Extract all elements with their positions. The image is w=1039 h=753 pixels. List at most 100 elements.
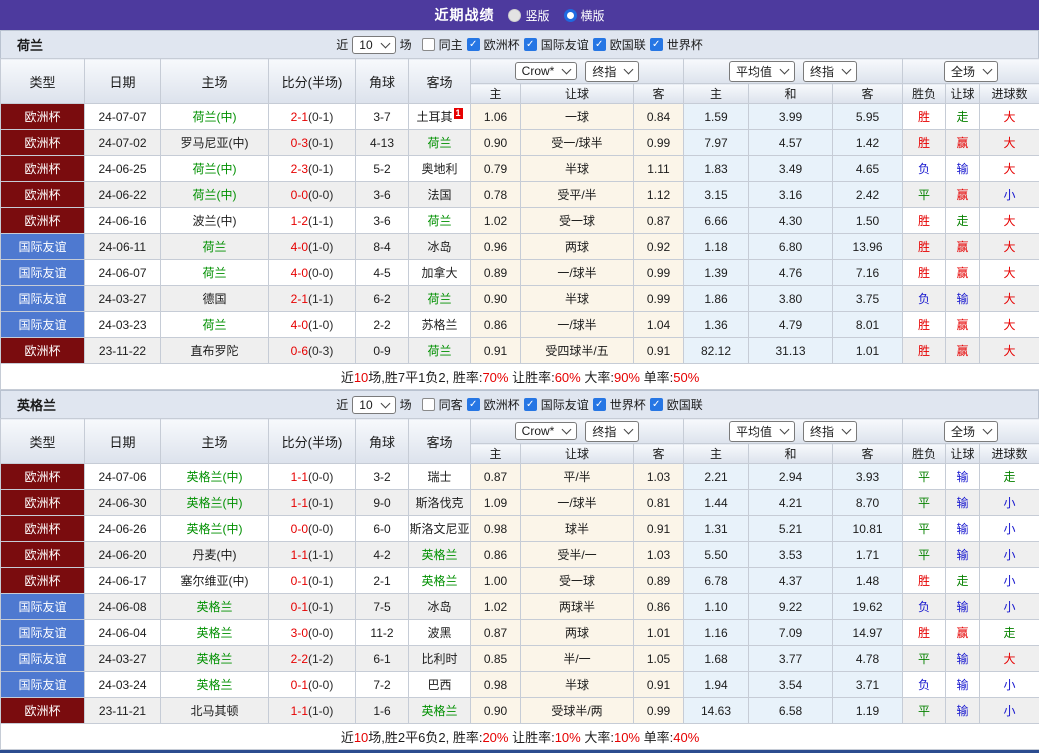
handicap-line: 受球半/两 — [521, 698, 634, 724]
sub-home1-header: 主 — [471, 84, 521, 104]
crow-away-odds: 1.01 — [634, 620, 684, 646]
league-checkbox-3[interactable] — [650, 398, 663, 411]
average-select[interactable]: 平均值 — [729, 421, 795, 442]
bookmaker-select[interactable]: Crow* — [515, 62, 578, 80]
away-team-name[interactable]: 加拿大 — [421, 266, 457, 280]
away-team-name[interactable]: 斯洛文尼亚 — [409, 522, 469, 536]
league-checkbox-3[interactable] — [650, 38, 663, 51]
league-checkbox-0[interactable] — [467, 398, 480, 411]
wdl-result: 胜 — [903, 260, 946, 286]
summary-part-0: 近 — [341, 730, 354, 745]
away-team-name[interactable]: 荷兰 — [427, 214, 451, 228]
summary-text: 近10场,胜2平6负2, 胜率:20% 让胜率:10% 大率:10% 单率:40… — [1, 724, 1039, 750]
away-team-name[interactable]: 法国 — [427, 188, 451, 202]
final-odds-select-2[interactable]: 终指 — [803, 421, 857, 442]
home-team-name[interactable]: 英格兰 — [196, 600, 232, 614]
bookmaker-select[interactable]: Crow* — [515, 422, 578, 440]
final-odds-select[interactable]: 终指 — [585, 421, 639, 442]
same-venue-checkbox[interactable] — [422, 398, 435, 411]
chevron-down-icon — [780, 65, 790, 75]
avg-home-odds: 2.21 — [684, 464, 749, 490]
horizontal-layout-option[interactable]: 横版 — [564, 7, 605, 24]
score-cell: 1-2(1-1) — [269, 208, 356, 234]
match-date: 24-06-26 — [85, 516, 161, 542]
home-team-name[interactable]: 荷兰(中) — [193, 188, 237, 202]
away-team-name[interactable]: 荷兰 — [427, 136, 451, 150]
home-team-name[interactable]: 丹麦(中) — [193, 548, 237, 562]
home-team-name[interactable]: 荷兰 — [202, 266, 226, 280]
home-team-name[interactable]: 荷兰(中) — [193, 162, 237, 176]
summary-part-5: 60% — [555, 370, 581, 385]
home-team-name[interactable]: 英格兰 — [196, 626, 232, 640]
home-team-name[interactable]: 直布罗陀 — [190, 344, 238, 358]
league-checkbox-2[interactable] — [593, 38, 606, 51]
score-cell: 2-3(0-1) — [269, 156, 356, 182]
summary-part-1: 10 — [354, 370, 368, 385]
corner-count: 4-2 — [356, 542, 409, 568]
home-team-name[interactable]: 北马其顿 — [190, 704, 238, 718]
final-odds-select-2[interactable]: 终指 — [803, 61, 857, 82]
away-team-name[interactable]: 瑞士 — [427, 470, 451, 484]
away-team-cell: 巴西 — [409, 672, 471, 698]
away-team-name[interactable]: 奥地利 — [421, 162, 457, 176]
match-count-select[interactable]: 10 — [352, 36, 395, 54]
vertical-layout-option[interactable]: 竖版 — [508, 7, 549, 24]
away-team-name[interactable]: 土耳其 — [416, 110, 452, 124]
away-team-name[interactable]: 冰岛 — [427, 600, 451, 614]
league-checkbox-0[interactable] — [467, 38, 480, 51]
match-row: 国际友谊24-06-07荷兰4-0(0-0)4-5加拿大0.89一/球半0.99… — [1, 260, 1039, 286]
same-venue-checkbox[interactable] — [422, 38, 435, 51]
home-team-name[interactable]: 英格兰(中) — [187, 522, 243, 536]
avg-away-odds: 1.01 — [833, 338, 903, 364]
match-row: 欧洲杯24-07-06英格兰(中)1-1(0-0)3-2瑞士0.87平/半1.0… — [1, 464, 1039, 490]
fulltime-select[interactable]: 全场 — [944, 421, 998, 442]
radio-checked-icon[interactable] — [564, 9, 577, 22]
avg-draw-odds: 7.09 — [749, 620, 833, 646]
competition-badge: 国际友谊 — [1, 620, 85, 646]
home-team-name[interactable]: 德国 — [202, 292, 226, 306]
away-team-name[interactable]: 斯洛伐克 — [415, 496, 463, 510]
fulltime-select[interactable]: 全场 — [944, 61, 998, 82]
away-team-name[interactable]: 英格兰 — [421, 574, 457, 588]
away-team-name[interactable]: 英格兰 — [421, 704, 457, 718]
home-team-cell: 荷兰(中) — [161, 156, 269, 182]
avg-home-odds: 1.68 — [684, 646, 749, 672]
away-team-name[interactable]: 苏格兰 — [421, 318, 457, 332]
away-team-name[interactable]: 英格兰 — [421, 548, 457, 562]
avg-home-odds: 82.12 — [684, 338, 749, 364]
average-select[interactable]: 平均值 — [729, 61, 795, 82]
away-team-name[interactable]: 荷兰 — [427, 344, 451, 358]
home-team-name[interactable]: 波兰(中) — [193, 214, 237, 228]
avg-draw-odds: 6.58 — [749, 698, 833, 724]
crow-home-odds: 0.89 — [471, 260, 521, 286]
competition-badge: 欧洲杯 — [1, 208, 85, 234]
away-team-name[interactable]: 巴西 — [427, 678, 451, 692]
final-odds-select[interactable]: 终指 — [585, 61, 639, 82]
away-team-name[interactable]: 荷兰 — [427, 292, 451, 306]
match-date: 24-06-17 — [85, 568, 161, 594]
match-count-select-value: 10 — [359, 398, 372, 412]
home-team-name[interactable]: 荷兰 — [202, 318, 226, 332]
corner-count: 2-1 — [356, 568, 409, 594]
away-team-name[interactable]: 冰岛 — [427, 240, 451, 254]
home-team-name[interactable]: 罗马尼亚(中) — [181, 136, 249, 150]
home-team-name[interactable]: 英格兰 — [196, 652, 232, 666]
league-checkbox-2[interactable] — [593, 398, 606, 411]
home-team-name[interactable]: 荷兰(中) — [193, 110, 237, 124]
home-team-cell: 荷兰(中) — [161, 104, 269, 130]
home-team-name[interactable]: 英格兰(中) — [187, 496, 243, 510]
home-team-name[interactable]: 塞尔维亚(中) — [181, 574, 249, 588]
match-count-select[interactable]: 10 — [352, 396, 395, 414]
league-checkbox-1[interactable] — [524, 38, 537, 51]
home-team-name[interactable]: 英格兰 — [196, 678, 232, 692]
wdl-result: 平 — [903, 464, 946, 490]
score-cell: 0-6(0-3) — [269, 338, 356, 364]
radio-unchecked-icon[interactable] — [508, 9, 521, 22]
away-team-name[interactable]: 波黑 — [427, 626, 451, 640]
home-team-name[interactable]: 荷兰 — [202, 240, 226, 254]
team-name: 荷兰 — [17, 35, 43, 54]
away-team-name[interactable]: 比利时 — [421, 652, 457, 666]
league-checkbox-1[interactable] — [524, 398, 537, 411]
home-team-name[interactable]: 英格兰(中) — [187, 470, 243, 484]
crow-home-odds: 0.90 — [471, 130, 521, 156]
